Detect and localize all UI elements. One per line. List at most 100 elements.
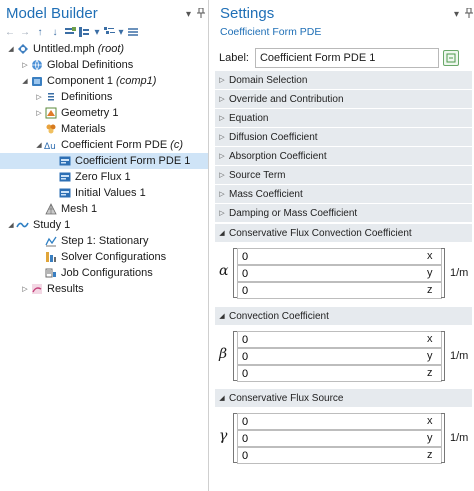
results-icon	[30, 283, 43, 296]
model-builder-toolbar: ← → ↑ ↓ ▾ ▾	[4, 24, 139, 40]
alpha-x-input[interactable]	[237, 248, 442, 265]
show-icon[interactable]	[64, 25, 76, 39]
study-icon	[16, 219, 29, 232]
move-down-icon[interactable]: ↓	[49, 25, 61, 39]
collapsed-icon[interactable]: ▷	[20, 285, 30, 293]
tree-node-solver-configurations[interactable]: Solver Configurations	[0, 249, 208, 265]
component-label: y	[427, 267, 433, 279]
tree-node-step-1-stationary[interactable]: Step 1: Stationary	[0, 233, 208, 249]
section-conservative-flux-convection-coefficient[interactable]: ◢ Conservative Flux Convection Coefficie…	[215, 224, 472, 242]
collapse-icon[interactable]	[103, 25, 115, 39]
section-diffusion-coefficient[interactable]: ▷ Diffusion Coefficient	[215, 128, 472, 146]
collapsed-icon: ▷	[219, 115, 225, 122]
beta-z-input[interactable]	[237, 365, 442, 382]
chevron-down-icon[interactable]: ▾	[94, 25, 100, 39]
dropdown-icon[interactable]: ▾	[454, 9, 459, 20]
tree-node-materials[interactable]: Materials	[0, 121, 208, 137]
gamma-z-input[interactable]	[237, 447, 442, 464]
collapsed-icon[interactable]: ▷	[20, 61, 30, 69]
section-mass-coefficient[interactable]: ▷ Mass Coefficient	[215, 185, 472, 203]
tree-node-label: Initial Values 1	[75, 187, 146, 199]
component-label: y	[427, 432, 433, 444]
dropdown-icon[interactable]: ▾	[186, 9, 191, 20]
tree-node-mesh-1[interactable]: Mesh 1	[0, 201, 208, 217]
expanded-icon[interactable]: ◢	[34, 141, 44, 149]
tree-node-study-1[interactable]: ◢ Study 1	[0, 217, 208, 233]
root-icon	[16, 43, 29, 56]
tree-node-label: Global Definitions	[47, 59, 134, 71]
tree-node-tag: (c)	[170, 139, 183, 151]
tree-node-coefficient-form-pde-1[interactable]: Coefficient Form PDE 1	[0, 153, 208, 169]
component-label: z	[427, 449, 433, 461]
chevron-down-icon[interactable]: ▾	[118, 25, 124, 39]
tree-node-tag: (root)	[97, 43, 125, 55]
component-label: x	[427, 250, 433, 262]
tree-node-coefficient-form-pde[interactable]: ◢ Δu Coefficient Form PDE (c)	[0, 137, 208, 153]
tree-node-label: Untitled.mph	[33, 43, 95, 55]
expanded-icon: ◢	[219, 395, 225, 402]
sort-icon[interactable]	[79, 25, 91, 39]
expanded-icon[interactable]: ◢	[6, 45, 16, 53]
section-damping-or-mass-coefficient[interactable]: ▷ Damping or Mass Coefficient	[215, 204, 472, 222]
tree-node-root[interactable]: ◢ Untitled.mph (root)	[0, 41, 208, 57]
model-builder-title: Model Builder	[6, 5, 98, 22]
expand-icon[interactable]	[127, 25, 139, 39]
settings-pane: Settings ▾ Coefficient Form PDE Label: ▷…	[213, 0, 474, 491]
alpha-y-input[interactable]	[237, 265, 442, 282]
mesh-icon	[44, 203, 57, 216]
component-label: x	[427, 415, 433, 427]
section-convection-coefficient[interactable]: ◢ Convection Coefficient	[215, 307, 472, 325]
tree-node-component-1[interactable]: ◢ Component 1 (comp1)	[0, 73, 208, 89]
tree-node-initial-values-1[interactable]: Initial Values 1	[0, 185, 208, 201]
tree-node-zero-flux-1[interactable]: Zero Flux 1	[0, 169, 208, 185]
expanded-icon: ◢	[219, 230, 225, 237]
tree-node-job-configurations[interactable]: Job Configurations	[0, 265, 208, 281]
section-conservative-flux-source[interactable]: ◢ Conservative Flux Source	[215, 389, 472, 407]
label-input[interactable]	[254, 48, 439, 68]
tree-node-label: Job Configurations	[61, 267, 153, 279]
beta-symbol: β	[219, 346, 228, 362]
model-tree: ◢ Untitled.mph (root) ▷ Global Definitio…	[0, 41, 208, 297]
section-equation[interactable]: ▷ Equation	[215, 109, 472, 127]
beta-x-input[interactable]	[237, 331, 442, 348]
tree-node-geometry-1[interactable]: ▷ Geometry 1	[0, 105, 208, 121]
alpha-symbol: α	[219, 263, 229, 279]
geometry-icon	[44, 107, 57, 120]
gamma-matrix: γ x y z 1/m	[215, 412, 472, 464]
tree-node-results[interactable]: ▷ Results	[0, 281, 208, 297]
tree-node-label: Geometry 1	[61, 107, 119, 119]
move-up-icon[interactable]: ↑	[34, 25, 46, 39]
materials-icon	[44, 123, 57, 136]
section-label: Domain Selection	[229, 74, 308, 86]
section-domain-selection[interactable]: ▷ Domain Selection	[215, 71, 472, 89]
section-source-term[interactable]: ▷ Source Term	[215, 166, 472, 184]
collapsed-icon[interactable]: ▷	[34, 93, 44, 101]
pin-icon[interactable]	[197, 7, 205, 21]
expanded-icon[interactable]: ◢	[20, 77, 30, 85]
collapsed-icon[interactable]: ▷	[34, 109, 44, 117]
model-builder-pane: Model Builder ▾ ← → ↑ ↓ ▾ ▾ ◢ Untitled.m…	[0, 0, 209, 491]
forward-arrow-icon[interactable]: →	[19, 25, 31, 39]
rename-icon[interactable]	[442, 50, 459, 66]
section-override-and-contribution[interactable]: ▷ Override and Contribution	[215, 90, 472, 108]
beta-y-input[interactable]	[237, 348, 442, 365]
tree-node-tag: (comp1)	[116, 75, 157, 87]
component-label: y	[427, 350, 433, 362]
section-label: Conservative Flux Source	[229, 392, 344, 404]
section-absorption-coefficient[interactable]: ▷ Absorption Coefficient	[215, 147, 472, 165]
collapsed-icon: ▷	[219, 191, 225, 198]
pin-icon[interactable]	[465, 7, 473, 21]
gamma-y-input[interactable]	[237, 430, 442, 447]
collapsed-icon: ▷	[219, 77, 225, 84]
tree-node-definitions[interactable]: ▷ Definitions	[0, 89, 208, 105]
section-label: Conservative Flux Convection Coefficient	[229, 227, 412, 239]
component-label: x	[427, 333, 433, 345]
tree-node-label: Step 1: Stationary	[61, 235, 149, 247]
svg-text:Δu: Δu	[44, 142, 56, 151]
alpha-z-input[interactable]	[237, 282, 442, 299]
expanded-icon[interactable]: ◢	[6, 221, 16, 229]
pde-node-icon	[58, 155, 71, 168]
back-arrow-icon[interactable]: ←	[4, 25, 16, 39]
tree-node-global-definitions[interactable]: ▷ Global Definitions	[0, 57, 208, 73]
gamma-x-input[interactable]	[237, 413, 442, 430]
